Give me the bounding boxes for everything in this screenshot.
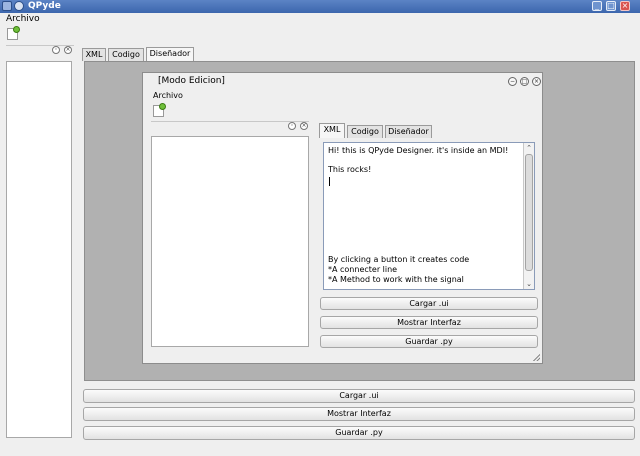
app-logo-icon bbox=[14, 1, 24, 11]
mdi-dock-panel[interactable] bbox=[151, 136, 309, 347]
mdi-tab-disenador[interactable]: Diseñador bbox=[385, 125, 432, 138]
editor-line: By clicking a button it creates code bbox=[328, 255, 470, 264]
scroll-down-icon[interactable]: ⌄ bbox=[524, 279, 534, 289]
editor-scrollbar[interactable]: ⌃ ⌄ bbox=[523, 143, 534, 289]
mdi-new-file-icon[interactable] bbox=[153, 103, 166, 117]
resize-grip-icon[interactable] bbox=[533, 354, 540, 361]
scroll-thumb[interactable] bbox=[525, 154, 533, 271]
mostrar-interfaz-button[interactable]: Mostrar Interfaz bbox=[83, 407, 635, 421]
mdi-tab-xml[interactable]: XML bbox=[319, 123, 345, 138]
tab-xml[interactable]: XML bbox=[82, 48, 106, 61]
mdi-window-title: [Modo Edicion] bbox=[158, 76, 225, 86]
guardar-py-button[interactable]: Guardar .py bbox=[83, 426, 635, 440]
mdi-minimize-icon[interactable]: − bbox=[508, 77, 517, 86]
left-dock-header: ◦ × bbox=[6, 45, 74, 55]
tab-codigo[interactable]: Codigo bbox=[108, 48, 144, 61]
window-title: QPyde bbox=[28, 1, 61, 11]
left-dock-panel[interactable] bbox=[6, 61, 72, 438]
mdi-child-window: [Modo Edicion] − □ × Archivo ◦ × XML Cod… bbox=[142, 72, 543, 364]
menu-archivo[interactable]: Archivo bbox=[6, 14, 40, 24]
app-menu-icon[interactable] bbox=[2, 1, 12, 11]
dock-close-icon[interactable]: × bbox=[64, 46, 72, 54]
editor-line: *A Method to work with the signal bbox=[328, 275, 464, 284]
mdi-dock-float-icon[interactable]: ◦ bbox=[288, 122, 296, 130]
xml-editor[interactable]: Hi! this is QPyde Designer. it's inside … bbox=[323, 142, 535, 290]
scroll-up-icon[interactable]: ⌃ bbox=[524, 143, 534, 153]
editor-line: *A connecter line bbox=[328, 265, 398, 274]
mdi-guardar-py-button[interactable]: Guardar .py bbox=[320, 335, 538, 348]
minimize-icon[interactable]: _ bbox=[592, 1, 602, 11]
mdi-maximize-icon[interactable]: □ bbox=[520, 77, 529, 86]
window-titlebar: QPyde _ □ × bbox=[0, 0, 640, 13]
mdi-cargar-ui-button[interactable]: Cargar .ui bbox=[320, 297, 538, 310]
mdi-menu-archivo[interactable]: Archivo bbox=[153, 91, 183, 100]
mdi-dock-close-icon[interactable]: × bbox=[300, 122, 308, 130]
mdi-tab-codigo[interactable]: Codigo bbox=[347, 125, 383, 138]
maximize-icon[interactable]: □ bbox=[606, 1, 616, 11]
new-file-icon[interactable] bbox=[7, 26, 20, 40]
tab-disenador[interactable]: Diseñador bbox=[146, 47, 194, 62]
editor-line: This rocks! bbox=[328, 165, 372, 174]
close-icon[interactable]: × bbox=[620, 1, 630, 11]
mdi-dock-header: ◦ × bbox=[151, 121, 309, 131]
cargar-ui-button[interactable]: Cargar .ui bbox=[83, 389, 635, 403]
menubar: Archivo bbox=[0, 13, 640, 26]
toolbar bbox=[0, 26, 640, 42]
editor-line: Hi! this is QPyde Designer. it's inside … bbox=[328, 146, 509, 155]
text-caret bbox=[329, 177, 330, 186]
mdi-close-icon[interactable]: × bbox=[532, 77, 541, 86]
mdi-mostrar-interfaz-button[interactable]: Mostrar Interfaz bbox=[320, 316, 538, 329]
dock-float-icon[interactable]: ◦ bbox=[52, 46, 60, 54]
